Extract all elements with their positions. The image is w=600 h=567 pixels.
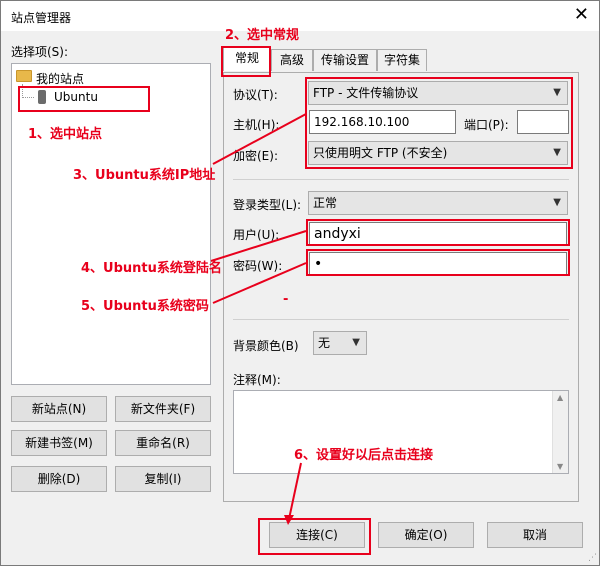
divider xyxy=(233,319,569,320)
annotation-dash: - xyxy=(283,292,289,307)
logon-type-label: 登录类型(L): xyxy=(233,198,302,212)
annotation-step3: 3、Ubuntu系统IP地址 xyxy=(73,168,216,183)
comments-label: 注释(M): xyxy=(233,373,281,387)
highlight-connection-fields xyxy=(305,77,573,169)
highlight-general-tab xyxy=(221,46,271,77)
bgcolor-value: 无 xyxy=(318,336,331,350)
ok-button[interactable]: 确定(O) xyxy=(378,522,474,548)
annotation-step5: 5、Ubuntu系统密码 xyxy=(81,299,209,314)
window-title: 站点管理器 xyxy=(11,11,72,25)
scroll-down-icon[interactable]: ▼ xyxy=(557,462,563,471)
delete-button[interactable]: 删除(D) xyxy=(11,466,107,492)
encryption-label: 加密(E): xyxy=(233,149,278,163)
resize-grip-icon[interactable]: ⋰ xyxy=(588,553,597,563)
close-icon[interactable]: ✕ xyxy=(574,5,589,25)
rename-button[interactable]: 重命名(R) xyxy=(115,430,211,456)
host-label: 主机(H): xyxy=(233,118,280,132)
title-bar: 站点管理器 ✕ xyxy=(1,1,599,31)
divider xyxy=(233,179,569,180)
highlight-password xyxy=(306,249,570,276)
tree-root-my-sites[interactable]: 我的站点 xyxy=(36,70,84,87)
site-manager-window: 站点管理器 ✕ 选择项(S): 我的站点 Ubuntu 新站点(N) 新文件夹(… xyxy=(0,0,600,566)
tab-charset[interactable]: 字符集 xyxy=(377,49,427,71)
bgcolor-select[interactable]: 无 ▼ xyxy=(313,331,367,355)
logon-type-select[interactable]: 正常 ▼ xyxy=(308,191,568,215)
password-label: 密码(W): xyxy=(233,259,283,273)
user-label: 用户(U): xyxy=(233,228,280,242)
new-bookmark-button[interactable]: 新建书签(M) xyxy=(11,430,107,456)
annotation-step6: 6、设置好以后点击连接 xyxy=(294,448,434,463)
chevron-down-icon: ▼ xyxy=(553,197,561,208)
highlight-user xyxy=(306,219,570,246)
tab-transfer-settings[interactable]: 传输设置 xyxy=(313,49,377,71)
tab-advanced[interactable]: 高级 xyxy=(271,49,313,71)
logon-type-value: 正常 xyxy=(313,196,338,210)
annotation-step4: 4、Ubuntu系统登陆名 xyxy=(81,261,222,276)
annotation-step1: 1、选中站点 xyxy=(28,127,103,142)
copy-button[interactable]: 复制(I) xyxy=(115,466,211,492)
folder-icon xyxy=(16,70,32,82)
bgcolor-label: 背景颜色(B) xyxy=(233,339,299,353)
scrollbar[interactable]: ▲ ▼ xyxy=(552,391,568,473)
cancel-button[interactable]: 取消 xyxy=(487,522,583,548)
protocol-label: 协议(T): xyxy=(233,88,278,102)
new-folder-button[interactable]: 新文件夹(F) xyxy=(115,396,211,422)
highlight-site xyxy=(18,86,150,112)
select-entry-label: 选择项(S): xyxy=(11,45,69,59)
highlight-connect xyxy=(258,518,371,555)
scroll-up-icon[interactable]: ▲ xyxy=(557,393,563,402)
new-site-button[interactable]: 新站点(N) xyxy=(11,396,107,422)
annotation-step2: 2、选中常规 xyxy=(225,28,300,43)
chevron-down-icon: ▼ xyxy=(352,337,360,348)
